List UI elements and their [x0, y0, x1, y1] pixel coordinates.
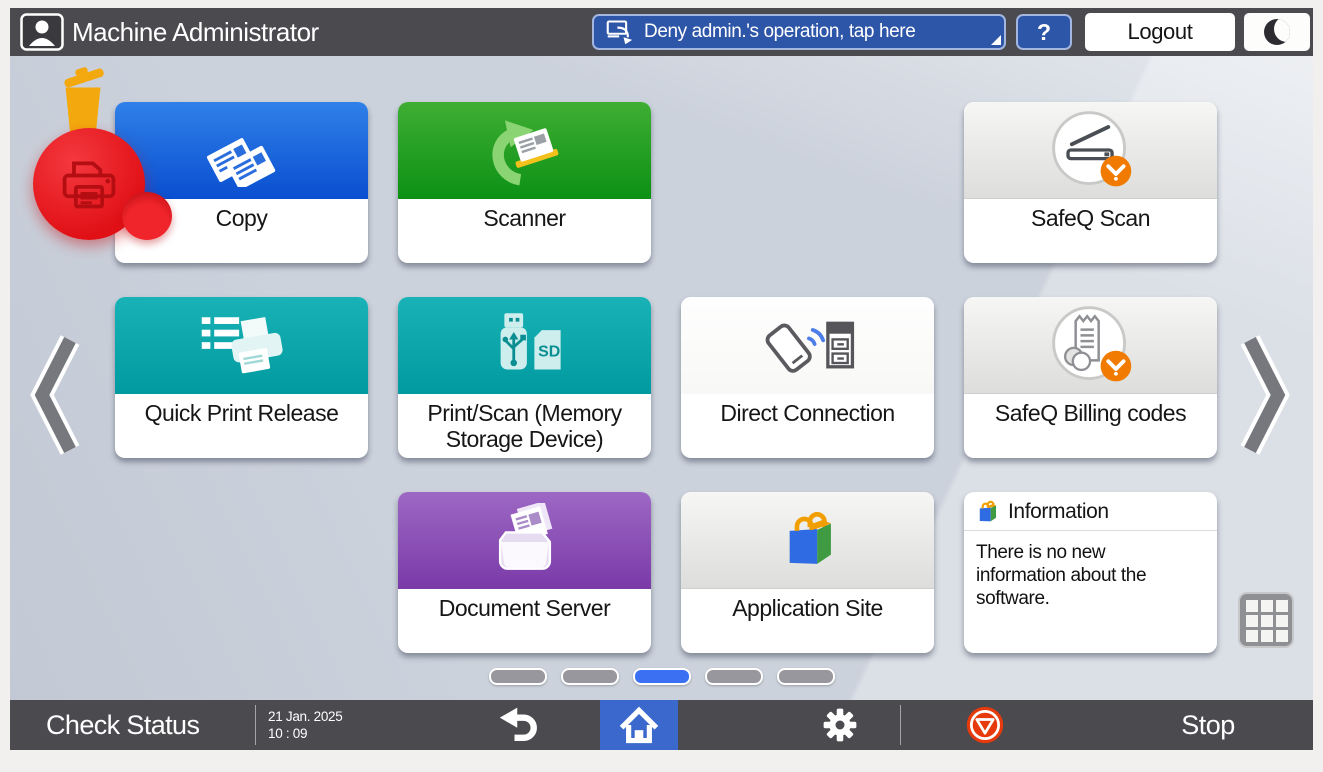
tile-label: Quick Print Release — [115, 394, 368, 458]
safeq-billing-icon — [1045, 302, 1137, 388]
tile-safeq-billing[interactable]: SafeQ Billing codes — [964, 297, 1217, 458]
tile-label: Document Server — [398, 589, 651, 653]
scanner-icon — [482, 114, 568, 188]
quick-print-icon — [196, 307, 288, 385]
settings-button[interactable] — [782, 700, 898, 750]
gear-icon — [822, 707, 858, 743]
direct-connection-icon — [756, 311, 860, 381]
time-text: 10 : 09 — [268, 725, 342, 742]
page-indicator — [489, 668, 835, 685]
info-widget-body: There is no new information about the so… — [964, 531, 1173, 620]
system-message-banner[interactable]: Deny admin.'s operation, tap here — [592, 14, 1006, 50]
chevron-left-icon — [28, 332, 82, 458]
stop-label[interactable]: Stop — [1128, 700, 1288, 750]
user-name: Machine Administrator — [72, 8, 319, 56]
logout-button[interactable]: Logout — [1085, 13, 1235, 51]
printer-app-icon — [53, 153, 125, 215]
trash-can-icon — [52, 66, 114, 138]
previous-page-button[interactable] — [28, 332, 82, 463]
date-time: 21 Jan. 2025 10 : 09 — [268, 708, 342, 742]
date-text: 21 Jan. 2025 — [268, 708, 342, 725]
app-bag-icon — [974, 499, 1000, 525]
usb-sd-icon: SD — [480, 308, 570, 384]
sd-badge-text: SD — [538, 343, 560, 360]
logged-in-user-button[interactable] — [20, 13, 64, 51]
logout-label: Logout — [1128, 19, 1193, 45]
energy-saver-button[interactable] — [1244, 13, 1310, 51]
page-dot-5[interactable] — [777, 668, 835, 685]
back-arrow-icon — [498, 706, 542, 744]
divider — [255, 705, 256, 745]
help-label: ? — [1037, 19, 1051, 46]
page-dot-4[interactable] — [705, 668, 763, 685]
check-status-button[interactable]: Check Status — [10, 700, 250, 750]
page-dot-3[interactable] — [633, 668, 691, 685]
check-status-label: Check Status — [46, 710, 199, 740]
bottom-system-bar: Check Status 21 Jan. 2025 10 : 09 — [10, 700, 1313, 750]
top-status-bar: Machine Administrator Deny admin.'s oper… — [10, 8, 1313, 56]
application-list-button[interactable] — [1238, 592, 1294, 653]
next-page-button[interactable] — [1238, 332, 1292, 463]
grid-icon — [1238, 592, 1294, 648]
document-server-icon — [481, 503, 569, 579]
home-button[interactable] — [600, 700, 678, 750]
tile-label: SafeQ Billing codes — [964, 394, 1217, 458]
tile-label: Direct Connection — [681, 394, 934, 458]
tile-label: Scanner — [398, 199, 651, 263]
stop-button[interactable] — [942, 700, 1028, 750]
chevron-right-icon — [1238, 332, 1292, 458]
tile-label: Application Site — [681, 589, 934, 653]
application-site-icon — [775, 507, 841, 573]
tile-print-scan-memory[interactable]: SD Print/Scan (Memory Storage Device) — [398, 297, 651, 458]
tile-label: SafeQ Scan — [964, 199, 1217, 263]
page-dot-2[interactable] — [561, 668, 619, 685]
tile-application-site[interactable]: Application Site — [681, 492, 934, 653]
drag-badge — [122, 192, 172, 240]
page-dot-1[interactable] — [489, 668, 547, 685]
tile-safeq-scan[interactable]: SafeQ Scan — [964, 102, 1217, 263]
home-icon — [620, 706, 658, 744]
moon-icon — [1264, 19, 1290, 45]
user-icon — [20, 13, 64, 51]
tile-document-server[interactable]: Document Server — [398, 492, 651, 653]
stop-icon — [965, 705, 1005, 745]
information-widget[interactable]: Information There is no new information … — [964, 492, 1217, 653]
safeq-scan-icon — [1045, 107, 1137, 193]
tile-direct-connection[interactable]: Direct Connection — [681, 297, 934, 458]
tile-scanner[interactable]: Scanner — [398, 102, 651, 263]
remote-operation-icon — [606, 18, 634, 46]
copy-icon — [198, 115, 286, 187]
tile-label: Print/Scan (Memory Storage Device) — [398, 394, 651, 458]
divider — [900, 705, 901, 745]
info-widget-title: Information — [1008, 500, 1109, 524]
back-button[interactable] — [468, 700, 572, 750]
home-screen: Copy Scanner — [10, 56, 1313, 700]
system-message-text: Deny admin.'s operation, tap here — [644, 21, 915, 43]
help-button[interactable]: ? — [1016, 14, 1072, 50]
tile-quick-print-release[interactable]: Quick Print Release — [115, 297, 368, 458]
smart-operation-panel: Machine Administrator Deny admin.'s oper… — [0, 0, 1323, 772]
